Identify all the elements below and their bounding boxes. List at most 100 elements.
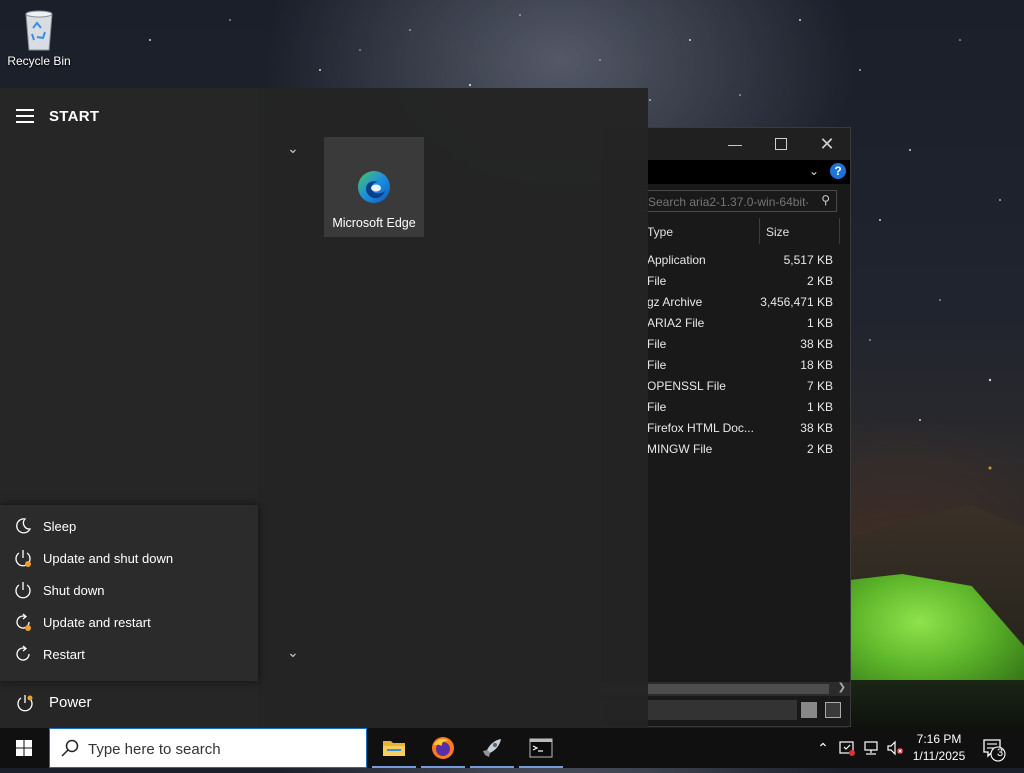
taskbar-search-input[interactable] — [86, 738, 360, 760]
windows-logo-icon — [16, 740, 32, 756]
start-title: START — [49, 108, 100, 125]
start-menu: START ⌄ ⌄ Microsoft Edge Sleep Update an… — [0, 88, 648, 728]
power-label: Power — [49, 694, 92, 711]
file-list: Application 5,517 KB File 2 KB gz Archive 3… — [647, 250, 843, 460]
tray-network-button[interactable] — [860, 728, 882, 768]
row-size: 38 KB — [800, 421, 833, 435]
chevron-right-icon[interactable]: ❯ — [838, 682, 846, 693]
menu-item-update-and-restart[interactable]: Update and restart — [0, 606, 258, 638]
menu-item-shut-down[interactable]: Shut down — [0, 574, 258, 606]
taskbar-file-explorer[interactable] — [370, 728, 418, 768]
taskbar-rocket-app[interactable] — [468, 728, 516, 768]
details-view-button[interactable] — [801, 702, 817, 718]
help-icon[interactable]: ? — [830, 163, 846, 179]
search-icon — [61, 739, 79, 757]
minimize-icon: — — [728, 136, 742, 152]
maximize-icon — [775, 138, 787, 150]
menu-item-label: Shut down — [43, 582, 105, 598]
table-row[interactable]: OPENSSL File 7 KB — [647, 376, 843, 397]
recycle-bin-label: Recycle Bin — [7, 54, 71, 68]
action-center-button[interactable]: 3 — [980, 728, 1024, 768]
tile-microsoft-edge[interactable]: Microsoft Edge — [324, 137, 424, 237]
power-icon — [15, 582, 31, 599]
tray-security-icon-button[interactable] — [836, 728, 858, 768]
maximize-button[interactable] — [758, 128, 804, 160]
clock-time: 7:16 PM — [916, 732, 962, 746]
row-type: ARIA2 File — [647, 316, 705, 330]
search-icon[interactable]: ⚲ — [821, 193, 830, 207]
table-row[interactable]: File 18 KB — [647, 355, 843, 376]
row-type: File — [647, 400, 667, 414]
taskbar-firefox[interactable] — [419, 728, 467, 768]
menu-item-sleep[interactable]: Sleep — [0, 510, 258, 542]
explorer-search[interactable]: ⚲ — [641, 190, 837, 212]
table-row[interactable]: gz Archive 3,456,471 KB — [647, 292, 843, 313]
firefox-icon — [432, 737, 454, 759]
row-type: File — [647, 274, 667, 288]
table-row[interactable]: File 38 KB — [647, 334, 843, 355]
column-header-size[interactable]: Size — [766, 222, 789, 244]
power-options-menu: Sleep Update and shut down Shut down Upd… — [0, 505, 258, 681]
taskbar: ⌃ 7:16 PM 1/11/2025 3 — [0, 728, 1024, 768]
column-header-type[interactable]: Type — [647, 222, 673, 244]
table-row[interactable]: File 1 KB — [647, 397, 843, 418]
row-size: 5,517 KB — [783, 253, 833, 267]
row-size: 3,456,471 KB — [760, 295, 833, 309]
row-type: File — [647, 358, 667, 372]
chevron-down-icon[interactable]: ⌄ — [287, 644, 299, 661]
row-type: gz Archive — [647, 295, 703, 309]
hamburger-menu-icon[interactable] — [16, 109, 34, 123]
table-row[interactable]: ARIA2 File 1 KB — [647, 313, 843, 334]
close-button[interactable]: ✕ — [804, 128, 850, 160]
restart-icon — [16, 645, 30, 661]
chevron-down-icon[interactable]: ⌄ — [809, 164, 819, 178]
row-size: 2 KB — [806, 274, 833, 288]
network-disconnected-icon — [864, 741, 878, 755]
close-icon: ✕ — [819, 133, 835, 154]
column-divider[interactable] — [759, 218, 760, 244]
power-button[interactable]: Power — [0, 681, 258, 725]
tile-label: Microsoft Edge — [332, 216, 416, 230]
start-button[interactable] — [0, 728, 48, 768]
menu-item-label: Restart — [43, 646, 85, 662]
terminal-icon — [529, 738, 553, 758]
row-type: Firefox HTML Doc... — [647, 421, 754, 435]
power-icon — [17, 695, 33, 712]
table-row[interactable]: MINGW File 2 KB — [647, 439, 843, 460]
menu-item-label: Update and restart — [43, 614, 151, 630]
recycle-bin-shortcut[interactable]: Recycle Bin — [4, 6, 74, 68]
row-size: 1 KB — [806, 400, 833, 414]
menu-item-label: Update and shut down — [43, 550, 174, 566]
chevron-down-icon[interactable]: ⌄ — [287, 140, 299, 157]
chevron-up-icon: ⌃ — [817, 739, 829, 756]
large-icons-view-button[interactable] — [825, 702, 841, 718]
system-clock[interactable]: 7:16 PM 1/11/2025 — [900, 731, 978, 765]
edge-icon — [358, 171, 390, 203]
notification-count-badge: 3 — [996, 747, 1004, 759]
row-size: 7 KB — [806, 379, 833, 393]
show-hidden-icons-button[interactable]: ⌃ — [812, 728, 834, 768]
minimize-button[interactable]: — — [712, 128, 758, 160]
menu-item-label: Sleep — [43, 518, 77, 534]
moon-icon — [16, 518, 32, 534]
taskbar-search[interactable] — [49, 728, 367, 768]
row-type: File — [647, 337, 667, 351]
menu-item-update-and-shut-down[interactable]: Update and shut down — [0, 542, 258, 574]
restart-update-icon — [16, 613, 31, 631]
menu-item-restart[interactable]: Restart — [0, 638, 258, 670]
explorer-search-input[interactable] — [646, 193, 810, 210]
table-row[interactable]: File 2 KB — [647, 271, 843, 292]
column-divider[interactable] — [839, 218, 840, 244]
taskbar-terminal[interactable] — [517, 728, 565, 768]
wallpaper-grass — [848, 680, 1024, 728]
clock-date: 1/11/2025 — [912, 749, 966, 763]
row-size: 18 KB — [800, 358, 833, 372]
security-alert-icon — [839, 741, 855, 756]
row-size: 1 KB — [806, 316, 833, 330]
table-row[interactable]: Firefox HTML Doc... 38 KB — [647, 418, 843, 439]
row-type: OPENSSL File — [647, 379, 726, 393]
power-update-icon — [15, 550, 31, 567]
table-row[interactable]: Application 5,517 KB — [647, 250, 843, 271]
start-menu-tiles-pane — [258, 88, 648, 728]
row-type: Application — [647, 253, 706, 267]
